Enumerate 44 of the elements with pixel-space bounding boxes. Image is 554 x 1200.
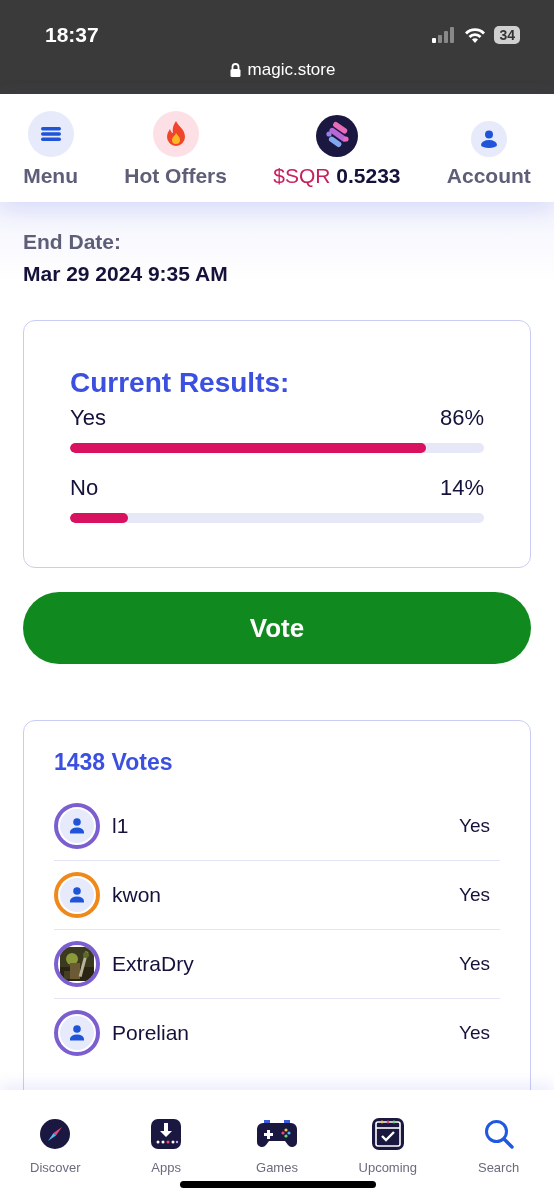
option-percent: 14% bbox=[439, 475, 484, 501]
header-nav-item[interactable]: Menu bbox=[23, 111, 78, 188]
voter-name: kwon bbox=[112, 883, 163, 907]
clock-time: 18:37 bbox=[45, 23, 99, 47]
option-label: Yes bbox=[70, 405, 106, 431]
menu-icon bbox=[27, 111, 74, 157]
person-icon bbox=[60, 878, 94, 912]
voter-name: ExtraDry bbox=[112, 952, 195, 976]
voter-choice: Yes bbox=[459, 1022, 490, 1044]
voter-choice: Yes bbox=[459, 953, 490, 975]
header-nav-item[interactable]: Account bbox=[446, 121, 531, 188]
search-icon bbox=[482, 1118, 515, 1150]
lock-icon bbox=[229, 63, 241, 77]
header-nav-item[interactable]: Hot Offers bbox=[124, 111, 227, 188]
battery-indicator: 34 bbox=[494, 26, 520, 44]
download-icon bbox=[151, 1118, 182, 1150]
address-bar[interactable]: magic.store bbox=[217, 60, 348, 80]
bottom-nav-item[interactable]: Discover bbox=[10, 1118, 101, 1200]
end-date-label: End Date: bbox=[23, 230, 122, 254]
option-label: No bbox=[70, 475, 99, 501]
bottom-nav-item[interactable]: Games bbox=[232, 1118, 322, 1200]
vote-count: 1438 Votes bbox=[54, 749, 174, 776]
wifi-icon bbox=[464, 27, 487, 43]
end-date-value: Mar 29 2024 9:35 AM bbox=[23, 262, 229, 286]
person-icon bbox=[60, 809, 94, 843]
token-logo-icon bbox=[315, 115, 358, 157]
signal-icon bbox=[432, 27, 457, 43]
person-icon bbox=[60, 1016, 94, 1050]
voter-name: l1 bbox=[112, 814, 130, 838]
calendar-check-icon bbox=[371, 1118, 404, 1150]
flame-icon bbox=[152, 111, 199, 157]
bottom-nav-item[interactable]: Apps bbox=[121, 1118, 212, 1200]
option-percent: 86% bbox=[439, 405, 484, 431]
voter-name: Porelian bbox=[112, 1021, 191, 1045]
voter-choice: Yes bbox=[459, 815, 490, 837]
vote-button[interactable]: Vote bbox=[23, 592, 531, 664]
compass-icon bbox=[39, 1118, 72, 1150]
bottom-nav-item[interactable]: Upcoming bbox=[342, 1118, 433, 1200]
account-icon bbox=[470, 121, 507, 157]
results-title: Current Results: bbox=[70, 367, 291, 399]
voter-choice: Yes bbox=[459, 884, 490, 906]
bottom-nav-item[interactable]: Search bbox=[453, 1118, 544, 1200]
gamepad-icon bbox=[257, 1118, 297, 1150]
header-nav-item[interactable]: $SQR 0.5233 bbox=[273, 115, 401, 188]
